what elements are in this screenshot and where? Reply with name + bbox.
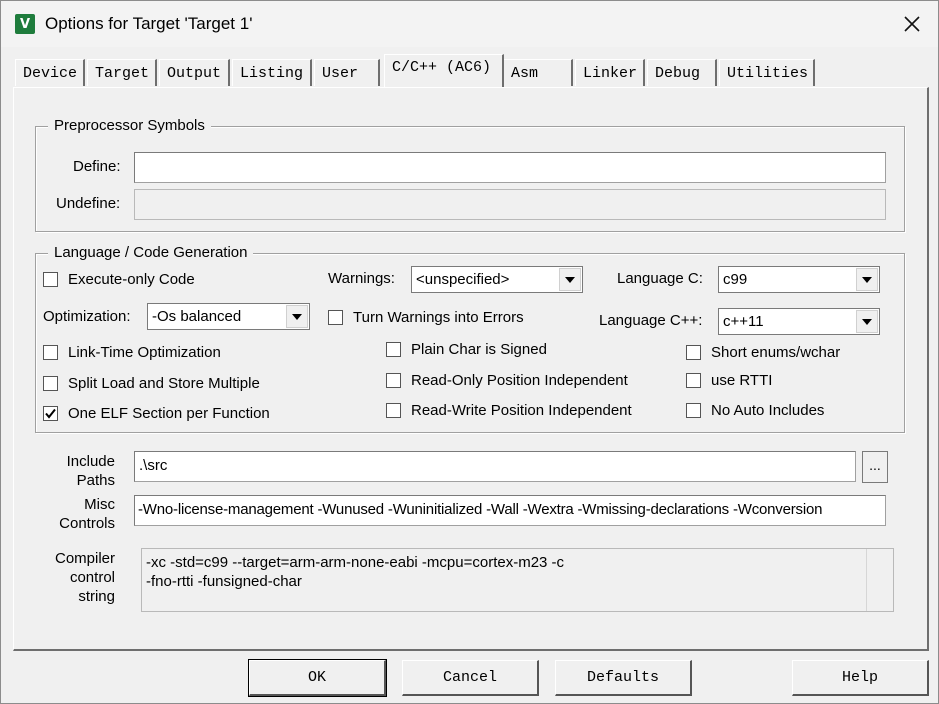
split-load-label: Split Load and Store Multiple: [68, 375, 260, 392]
define-label: Define:: [73, 158, 121, 175]
misc-controls-input[interactable]: -Wno-license-management -Wunused -Wunini…: [134, 495, 886, 526]
ok-button[interactable]: OK: [248, 659, 387, 697]
tab-asm[interactable]: Asm: [503, 59, 573, 86]
tab-device[interactable]: Device: [15, 59, 85, 86]
tab-target[interactable]: Target: [87, 59, 157, 86]
rtti-label: use RTTI: [711, 372, 773, 389]
checkbox-box[interactable]: [43, 272, 58, 287]
warnings-value: <unspecified>: [416, 271, 510, 288]
compiler-string-scrollbar[interactable]: [866, 549, 893, 611]
include-paths-label-line1: Include: [66, 453, 115, 470]
execute-only-label: Execute-only Code: [68, 271, 195, 288]
window-title: Options for Target 'Target 1': [45, 14, 253, 33]
misc-controls-label-line2: Controls: [59, 515, 115, 532]
tab-debug[interactable]: Debug: [647, 59, 717, 86]
checkbox-box[interactable]: [686, 403, 701, 418]
tab-strip: Device Target Output Listing User C/C++ …: [15, 54, 925, 87]
tab-cpp-ac6[interactable]: C/C++ (AC6): [384, 54, 504, 87]
warnings-label: Warnings:: [328, 270, 395, 287]
optimization-value: -Os balanced: [152, 308, 242, 325]
short-enums-checkbox[interactable]: Short enums/wchar: [686, 344, 840, 361]
compiler-string-line2: -fno-rtti -funsigned-char: [146, 573, 302, 590]
optimization-select[interactable]: -Os balanced: [147, 303, 310, 330]
include-paths-browse-button[interactable]: ...: [862, 451, 888, 483]
warnings-select[interactable]: <unspecified>: [411, 266, 583, 293]
one-elf-checkbox[interactable]: One ELF Section per Function: [43, 405, 270, 422]
include-paths-label-line2: Paths: [76, 472, 115, 489]
no-auto-includes-label: No Auto Includes: [711, 402, 825, 419]
tab-output[interactable]: Output: [159, 59, 230, 86]
checkbox-box[interactable]: [386, 403, 401, 418]
checkmark-icon: [45, 408, 56, 419]
chevron-down-icon[interactable]: [856, 268, 878, 291]
rtti-checkbox[interactable]: use RTTI: [686, 372, 772, 389]
short-enums-label: Short enums/wchar: [711, 344, 841, 361]
language-c-value: c99: [723, 271, 748, 288]
turn-warnings-checkbox[interactable]: Turn Warnings into Errors: [328, 309, 524, 326]
rwpi-label: Read-Write Position Independent: [411, 402, 632, 419]
help-button[interactable]: Help: [792, 660, 929, 696]
misc-controls-label: Misc Controls: [55, 495, 115, 533]
define-input[interactable]: [134, 152, 886, 183]
defaults-button[interactable]: Defaults: [555, 660, 692, 696]
compiler-string-box[interactable]: -xc -std=c99 --target=arm-arm-none-eabi …: [141, 548, 894, 612]
checkbox-box[interactable]: [43, 376, 58, 391]
one-elf-label: One ELF Section per Function: [68, 405, 270, 422]
ropi-label: Read-Only Position Independent: [411, 372, 628, 389]
lto-label: Link-Time Optimization: [68, 344, 221, 361]
checkbox-box[interactable]: [686, 373, 701, 388]
compiler-string-label-line3: string: [78, 588, 115, 605]
options-dialog: V Options for Target 'Target 1' Device T…: [0, 0, 939, 704]
plain-char-checkbox[interactable]: Plain Char is Signed: [386, 341, 547, 358]
undefine-label: Undefine:: [56, 195, 121, 212]
checkbox-box[interactable]: [43, 345, 58, 360]
checkbox-box[interactable]: [386, 342, 401, 357]
title-bar: V Options for Target 'Target 1': [1, 1, 938, 47]
language-cpp-label: Language C++:: [599, 312, 703, 329]
ropi-checkbox[interactable]: Read-Only Position Independent: [386, 372, 628, 389]
optimization-label: Optimization:: [43, 308, 131, 325]
no-auto-includes-checkbox[interactable]: No Auto Includes: [686, 402, 824, 419]
language-c-label: Language C:: [617, 270, 703, 287]
compiler-string-label-line2: control: [69, 569, 115, 586]
split-load-checkbox[interactable]: Split Load and Store Multiple: [43, 375, 260, 392]
checkbox-box[interactable]: [686, 345, 701, 360]
preprocessor-group-title: Preprocessor Symbols: [48, 117, 211, 134]
tab-listing[interactable]: Listing: [232, 59, 312, 86]
plain-char-label: Plain Char is Signed: [411, 341, 547, 358]
tab-linker[interactable]: Linker: [575, 59, 645, 86]
lto-checkbox[interactable]: Link-Time Optimization: [43, 344, 221, 361]
language-group-title: Language / Code Generation: [48, 244, 254, 261]
checkbox-box[interactable]: [43, 406, 58, 421]
close-icon[interactable]: [900, 12, 924, 36]
tab-utilities[interactable]: Utilities: [719, 59, 815, 86]
rwpi-checkbox[interactable]: Read-Write Position Independent: [386, 402, 632, 419]
misc-controls-label-line1: Misc: [84, 496, 115, 513]
keil-app-icon: V: [15, 14, 35, 34]
include-paths-label: Include Paths: [55, 452, 115, 490]
chevron-down-icon[interactable]: [559, 268, 581, 291]
chevron-down-icon[interactable]: [856, 310, 878, 333]
tab-user[interactable]: User: [314, 59, 380, 86]
language-c-select[interactable]: c99: [718, 266, 880, 293]
language-cpp-value: c++11: [723, 313, 764, 330]
execute-only-checkbox[interactable]: Execute-only Code: [43, 271, 195, 288]
compiler-string-label-line1: Compiler: [54, 550, 115, 567]
cancel-button[interactable]: Cancel: [402, 660, 539, 696]
checkbox-box[interactable]: [386, 373, 401, 388]
checkbox-box[interactable]: [328, 310, 343, 325]
include-paths-input[interactable]: .\src: [134, 451, 856, 482]
language-cpp-select[interactable]: c++11: [718, 308, 880, 335]
chevron-down-icon[interactable]: [286, 305, 308, 328]
compiler-string-line1: -xc -std=c99 --target=arm-arm-none-eabi …: [146, 554, 565, 571]
turn-warnings-label: Turn Warnings into Errors: [353, 309, 524, 326]
compiler-string-label: Compiler control string: [41, 549, 115, 606]
undefine-input[interactable]: [134, 189, 886, 220]
